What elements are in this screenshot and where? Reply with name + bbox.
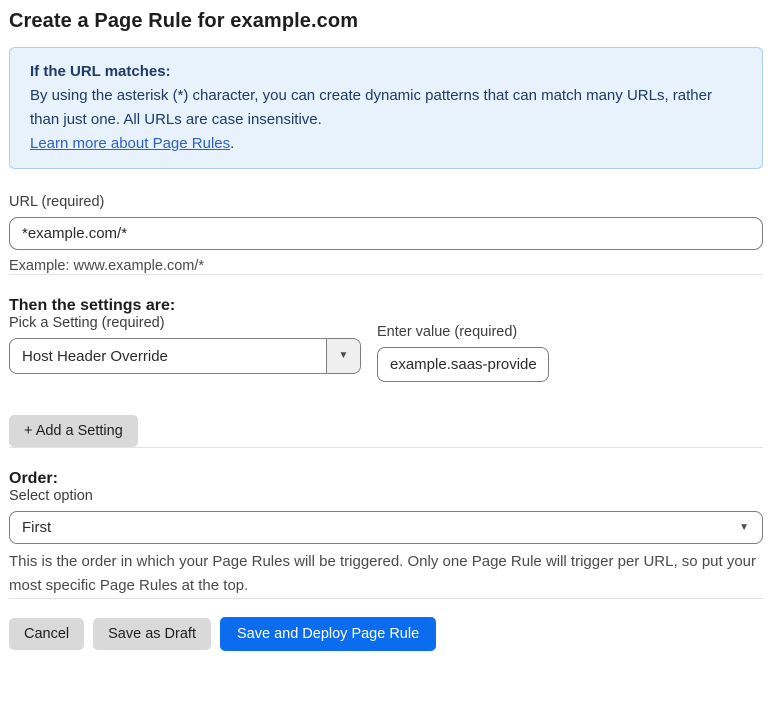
settings-section-heading: Then the settings are:: [9, 297, 176, 314]
page-title: Create a Page Rule for example.com: [9, 10, 359, 32]
info-box-link-line: Learn more about Page Rules.: [30, 132, 742, 156]
setting-select-value: Host Header Override: [22, 347, 168, 365]
setting-select-arrow-box[interactable]: ▼: [326, 339, 360, 373]
settings-row: Pick a Setting (required) Host Header Ov…: [9, 315, 763, 382]
order-section-heading: Order:: [9, 470, 58, 487]
learn-more-link[interactable]: Learn more about Page Rules: [30, 135, 230, 152]
value-field-label: Enter value (required): [377, 324, 518, 340]
setting-value-group: Enter value (required): [377, 324, 549, 382]
chevron-down-icon: ▼: [338, 350, 349, 361]
create-page-rule-page: Create a Page Rule for example.com If th…: [0, 0, 772, 651]
order-select-label: Select option: [9, 488, 93, 504]
setting-value-input[interactable]: [377, 347, 549, 382]
url-field-group: URL (required) Example: www.example.com/…: [9, 194, 763, 274]
order-select-arrow: ▼: [739, 512, 762, 543]
divider: [9, 598, 763, 599]
link-suffix: .: [230, 135, 235, 152]
save-as-draft-button[interactable]: Save as Draft: [93, 618, 211, 650]
order-select[interactable]: First ▼: [9, 511, 763, 544]
setting-select-label: Pick a Setting (required): [9, 315, 165, 331]
form-actions: Cancel Save as Draft Save and Deploy Pag…: [9, 617, 763, 651]
url-field-label: URL (required): [9, 194, 105, 210]
info-box-body: By using the asterisk (*) character, you…: [30, 87, 712, 128]
setting-select-group: Pick a Setting (required) Host Header Ov…: [9, 315, 361, 374]
order-select-group: Select option First ▼ This is the order …: [9, 488, 763, 598]
order-select-value: First: [22, 519, 52, 536]
url-input-wrap: [9, 217, 763, 250]
chevron-down-icon: ▼: [739, 521, 749, 533]
order-helper-text: This is the order in which your Page Rul…: [9, 553, 757, 594]
setting-select[interactable]: Host Header Override ▼: [9, 338, 361, 374]
save-and-deploy-button[interactable]: Save and Deploy Page Rule: [219, 617, 437, 651]
url-example-helper: Example: www.example.com/*: [9, 258, 205, 274]
divider: [9, 447, 763, 448]
add-setting-button[interactable]: + Add a Setting: [9, 415, 138, 447]
cancel-button[interactable]: Cancel: [9, 618, 85, 650]
url-match-info-box: If the URL matches: By using the asteris…: [9, 47, 763, 169]
info-box-heading: If the URL matches:: [30, 63, 171, 80]
divider: [9, 274, 763, 275]
url-input[interactable]: [9, 217, 763, 250]
